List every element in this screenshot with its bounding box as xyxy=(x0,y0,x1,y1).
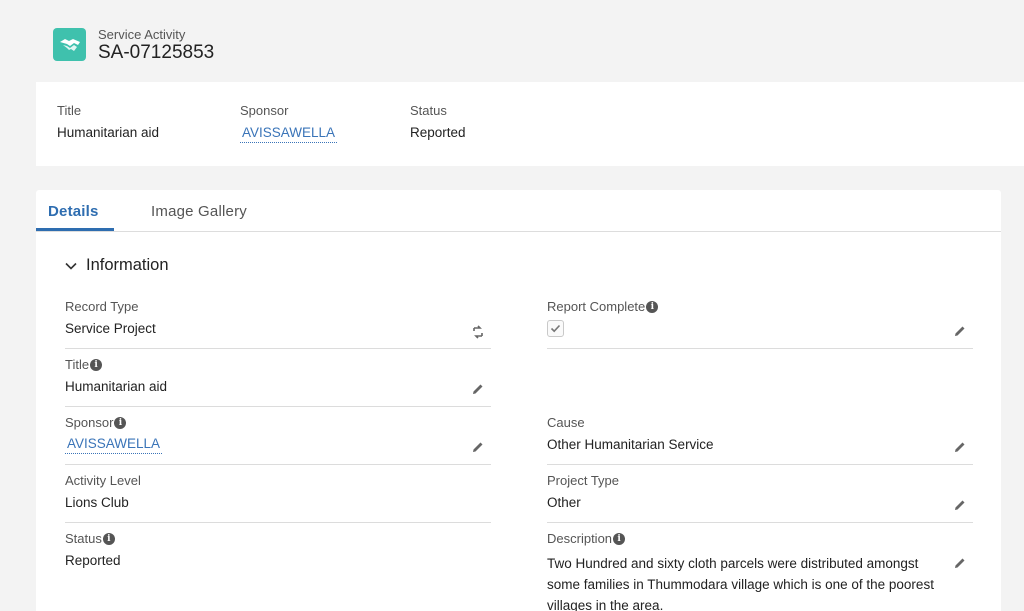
highlight-sponsor: Sponsor AVISSAWELLA xyxy=(240,103,338,143)
field-label: Cause xyxy=(547,415,585,430)
field-value: Service Project xyxy=(65,321,156,336)
field-value: Lions Club xyxy=(65,495,129,510)
field-sponsor: Sponsor i AVISSAWELLA xyxy=(65,407,491,465)
field-label: Description i xyxy=(547,531,626,546)
field-record-type: Record Type Service Project xyxy=(65,291,491,349)
field-label: Sponsor i xyxy=(65,415,127,430)
field-label: Record Type xyxy=(65,299,139,314)
tab-bar: Details Image Gallery xyxy=(36,190,1001,232)
highlight-status: Status Reported xyxy=(410,103,466,140)
field-value: Other Humanitarian Service xyxy=(547,437,714,452)
field-label: Activity Level xyxy=(65,473,141,488)
sponsor-link[interactable]: AVISSAWELLA xyxy=(65,436,163,454)
highlight-title-value: Humanitarian aid xyxy=(57,125,160,140)
handshake-icon xyxy=(53,28,86,61)
pencil-icon[interactable] xyxy=(953,324,967,338)
field-activity-level: Activity Level Lions Club xyxy=(65,465,491,523)
info-icon[interactable]: i xyxy=(613,532,626,545)
tab-image-gallery[interactable]: Image Gallery xyxy=(151,203,247,220)
info-icon[interactable]: i xyxy=(646,300,659,313)
field-project-type: Project Type Other xyxy=(547,465,973,523)
pencil-icon[interactable] xyxy=(953,440,967,454)
report-complete-checkbox xyxy=(547,320,564,337)
field-label: Title i xyxy=(65,357,103,372)
field-value: Humanitarian aid xyxy=(65,379,168,394)
field-report-complete: Report Complete i xyxy=(547,291,973,349)
field-title: Title i Humanitarian aid xyxy=(65,349,491,407)
tab-details[interactable]: Details xyxy=(48,203,99,220)
object-type-label: Service Activity xyxy=(98,27,186,42)
highlight-status-value: Reported xyxy=(410,125,466,140)
info-icon[interactable]: i xyxy=(90,358,103,371)
field-value: Reported xyxy=(65,553,121,568)
active-tab-indicator xyxy=(36,228,114,231)
highlight-sponsor-link[interactable]: AVISSAWELLA xyxy=(240,125,338,143)
field-cause: Cause Other Humanitarian Service xyxy=(547,407,973,465)
field-status: Status i Reported xyxy=(65,523,491,581)
record-header: Service Activity SA-07125853 xyxy=(0,0,1024,80)
pencil-icon[interactable] xyxy=(953,556,967,570)
info-icon[interactable]: i xyxy=(114,416,127,429)
field-description: Description i Two Hundred and sixty cloth… xyxy=(547,523,973,611)
section-toggle-information[interactable]: Information xyxy=(64,256,169,275)
details-card: Details Image Gallery Information Record… xyxy=(36,190,1001,611)
highlight-title: Title Humanitarian aid xyxy=(57,103,159,140)
pencil-icon[interactable] xyxy=(471,382,485,396)
pencil-icon[interactable] xyxy=(953,498,967,512)
highlight-sponsor-label: Sponsor xyxy=(240,103,289,118)
highlight-status-label: Status xyxy=(410,103,447,118)
chevron-down-icon xyxy=(65,262,77,270)
field-value: Other xyxy=(547,495,581,510)
info-icon[interactable]: i xyxy=(102,532,115,545)
highlights-panel: Title Humanitarian aid Sponsor AVISSAWEL… xyxy=(36,82,1024,166)
change-record-type-icon[interactable] xyxy=(471,325,485,339)
section-title: Information xyxy=(86,256,169,274)
pencil-icon[interactable] xyxy=(471,440,485,454)
checkmark-icon xyxy=(550,324,561,333)
record-number: SA-07125853 xyxy=(98,42,215,63)
field-label: Status i xyxy=(65,531,115,546)
highlight-title-label: Title xyxy=(57,103,82,118)
field-label: Project Type xyxy=(547,473,620,488)
field-value: Two Hundred and sixty cloth parcels were… xyxy=(547,556,934,611)
field-label: Report Complete i xyxy=(547,299,659,314)
